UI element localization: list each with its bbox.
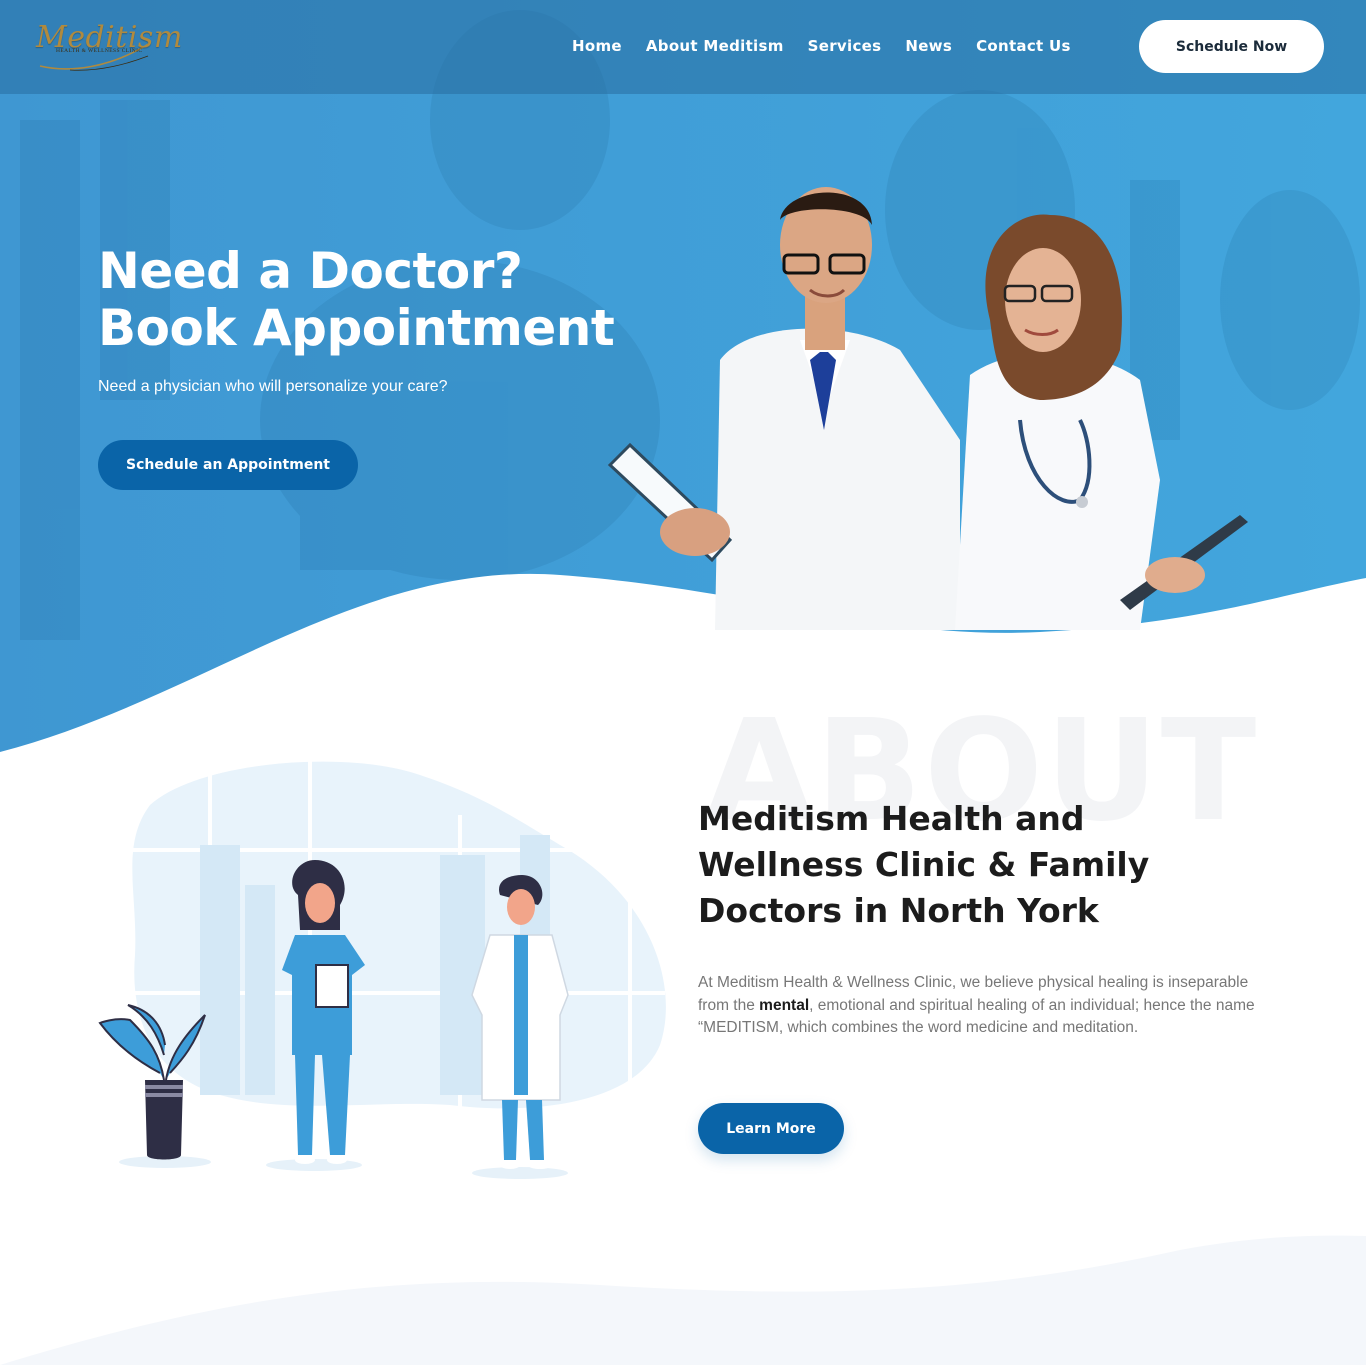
hero-subtitle: Need a physician who will personalize yo…: [98, 378, 448, 395]
about-text-bold: mental: [759, 996, 810, 1014]
nav-about-meditism[interactable]: About Meditism: [646, 37, 784, 55]
medical-staff-illustration: [98, 760, 666, 1179]
page: Meditism HEALTH & WELLNESS CLINIC Home A…: [0, 0, 1366, 1365]
hero-title: Need a Doctor? Book Appointment: [98, 242, 615, 357]
bottom-wave-decoration: [0, 1235, 1366, 1365]
learn-more-button[interactable]: Learn More: [698, 1103, 844, 1154]
hero-title-line1: Need a Doctor?: [98, 242, 523, 300]
logo[interactable]: Meditism HEALTH & WELLNESS CLINIC: [30, 18, 182, 76]
main-nav: Home About Meditism Services News Contac…: [572, 37, 1071, 55]
schedule-now-button[interactable]: Schedule Now: [1139, 20, 1324, 73]
hero-title-line2: Book Appointment: [98, 299, 615, 357]
female-doctor-figure: [955, 214, 1248, 630]
about-title: Meditism Health and Wellness Clinic & Fa…: [698, 799, 1150, 930]
schedule-appointment-button[interactable]: Schedule an Appointment: [98, 440, 358, 490]
logo-subtext: HEALTH & WELLNESS CLINIC: [56, 48, 143, 54]
nav-contact-us[interactable]: Contact Us: [976, 37, 1071, 55]
nav-news[interactable]: News: [905, 37, 952, 55]
site-header: Meditism HEALTH & WELLNESS CLINIC Home A…: [0, 0, 1366, 94]
male-doctor-figure: [607, 187, 960, 630]
doctors-photo: [607, 187, 1248, 630]
hero-section: Meditism HEALTH & WELLNESS CLINIC Home A…: [0, 0, 1366, 760]
nav-home[interactable]: Home: [572, 37, 622, 55]
about-text: At Meditism Health & Wellness Clinic, we…: [698, 972, 1263, 1040]
nav-services[interactable]: Services: [808, 37, 882, 55]
plant-figure: [98, 1004, 211, 1168]
